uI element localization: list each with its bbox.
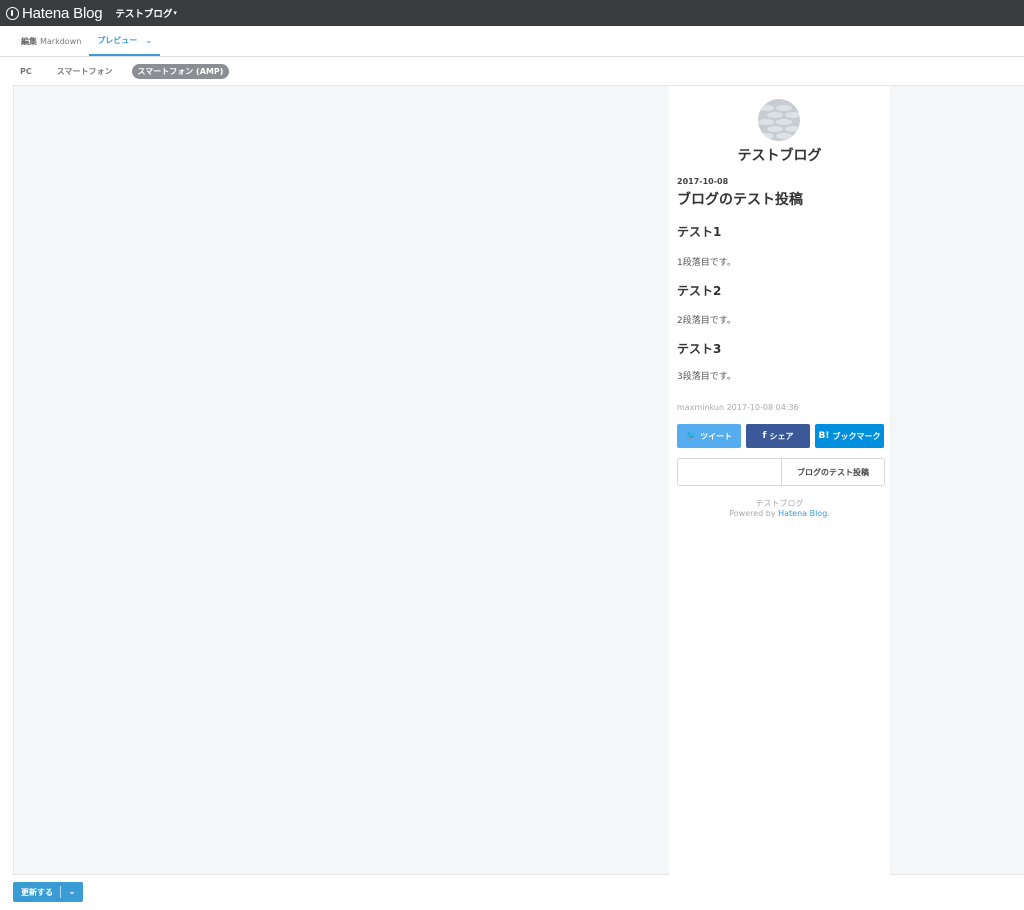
chevron-down-icon: ⌄ xyxy=(145,35,153,45)
hatena-blog-logo[interactable]: Hatena Blog xyxy=(6,4,103,22)
section-heading: テスト1 xyxy=(677,225,722,239)
facebook-label: シェア xyxy=(769,431,794,441)
share-buttons: 🐦 ツイート f シェア B! ブックマーク xyxy=(677,424,884,448)
tweet-label: ツイート xyxy=(700,431,733,441)
tab-edit-mode: Markdown xyxy=(40,36,82,46)
footer-blog-name[interactable]: テストブログ xyxy=(669,498,890,509)
device-tab-smartphone-amp[interactable]: スマートフォン (AMP) xyxy=(131,63,230,79)
logo-text: Hatena Blog xyxy=(22,4,103,22)
twitter-icon: 🐦 xyxy=(685,431,698,441)
preview-frame: テストブログ 2017-10-08 ブログのテスト投稿 テスト1 1段落目です。… xyxy=(13,85,1024,875)
section-heading: テスト3 xyxy=(677,342,722,356)
bottom-action-bar: 更新する ⌄ xyxy=(0,875,1024,910)
facebook-icon: f xyxy=(762,431,767,441)
entry-meta: maxminkun 2017-10-08 04:36 xyxy=(677,403,799,412)
global-header: Hatena Blog テストブログ ▾ xyxy=(0,0,1024,26)
pager-prev-empty xyxy=(678,459,782,485)
entry-pager: ブログのテスト投稿 xyxy=(677,458,885,486)
powered-by-suffix: . xyxy=(827,509,830,518)
tab-preview-label: プレビュー xyxy=(97,35,138,45)
blog-switcher-label: テストブログ xyxy=(115,9,173,20)
amp-preview-column: テストブログ 2017-10-08 ブログのテスト投稿 テスト1 1段落目です。… xyxy=(669,86,890,875)
tab-edit[interactable]: 編集 Markdown xyxy=(13,26,89,56)
entry-title[interactable]: ブログのテスト投稿 xyxy=(677,189,803,209)
pager-next-entry[interactable]: ブログのテスト投稿 xyxy=(782,459,884,485)
section-paragraph: 1段落目です。 xyxy=(677,258,736,268)
preview-blog-title[interactable]: テストブログ xyxy=(669,145,890,165)
hatena-logo-icon xyxy=(6,6,19,20)
powered-by-prefix: Powered by xyxy=(729,509,779,518)
update-button-label: 更新する xyxy=(21,887,53,897)
caret-down-icon: ▾ xyxy=(173,9,177,17)
chevron-down-icon[interactable]: ⌄ xyxy=(61,887,83,897)
blog-icon-image xyxy=(758,99,800,141)
entry-date: 2017-10-08 xyxy=(677,177,729,186)
hatena-bookmark-button[interactable]: B! ブックマーク xyxy=(815,424,884,448)
blog-switcher[interactable]: テストブログ ▾ xyxy=(115,6,177,20)
blog-icon xyxy=(758,99,800,141)
editor-mode-tabs: 編集 Markdown プレビュー ⌄ xyxy=(0,26,1024,57)
section-heading: テスト2 xyxy=(677,284,722,298)
device-tab-smartphone[interactable]: スマートフォン xyxy=(51,64,119,79)
update-button[interactable]: 更新する ⌄ xyxy=(13,882,83,902)
section-paragraph: 3段落目です。 xyxy=(677,372,736,382)
hatena-bookmark-label: ブックマーク xyxy=(832,431,881,441)
tweet-button[interactable]: 🐦 ツイート xyxy=(677,424,741,448)
section-paragraph: 2段落目です。 xyxy=(677,316,736,326)
tab-preview[interactable]: プレビュー ⌄ xyxy=(89,26,161,56)
hatena-blog-link[interactable]: Hatena Blog xyxy=(778,509,827,518)
footer-powered-by: Powered by Hatena Blog. xyxy=(669,509,890,518)
tab-edit-label: 編集 xyxy=(21,36,37,46)
facebook-share-button[interactable]: f シェア xyxy=(746,424,810,448)
device-tab-pc[interactable]: PC xyxy=(14,65,38,78)
hatena-bookmark-icon: B! xyxy=(818,431,830,441)
device-switch: PC スマートフォン スマートフォン (AMP) xyxy=(0,57,1024,85)
